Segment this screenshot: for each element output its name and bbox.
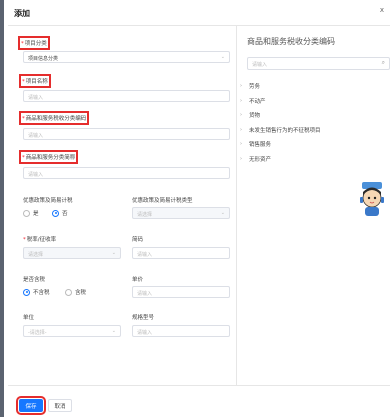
tree-item[interactable]: › 不动产	[240, 94, 321, 109]
chevron-right-icon: ›	[240, 126, 242, 133]
tax-abbr-label: *商品和服务分类简称	[18, 150, 79, 164]
search-icon[interactable]: ⌕	[382, 59, 385, 67]
short-code-input[interactable]: 请输入	[132, 247, 230, 259]
spec-label: 规格型号	[132, 315, 155, 321]
tax-code-label: *商品和服务税收分类编码	[18, 111, 90, 125]
dialog-footer: 保存 取消	[8, 385, 390, 417]
tree-item[interactable]: › 未发生销售行为的不征税项目	[240, 123, 321, 138]
tax-code-input[interactable]: 请输入	[23, 128, 230, 140]
preferential-yes-radio[interactable]: 是	[23, 209, 39, 217]
close-icon[interactable]: x	[380, 6, 384, 14]
form-panel: *项目分类 项目信息分类 ⌄ *项目名称 请输入 *商品和服务税收分类编码 请输…	[8, 26, 237, 385]
tax-tree-title: 商品和服务税收分类编码	[247, 37, 335, 46]
unit-label: 单位	[23, 315, 35, 321]
preferential-type-select[interactable]: 请选择 ⌄	[132, 207, 230, 219]
name-input[interactable]: 请输入	[23, 90, 230, 102]
unit-price-input[interactable]: 请输入	[132, 286, 230, 298]
tax-included-label: 是否含税	[23, 277, 46, 283]
chevron-right-icon: ›	[240, 83, 242, 90]
tree-item[interactable]: › 销售服务	[240, 137, 321, 152]
tax-rate-select[interactable]: 请选择 ⌄	[23, 247, 121, 259]
name-label: *项目名称	[19, 74, 51, 88]
tree-item[interactable]: › 劳务	[240, 79, 321, 94]
chevron-down-icon: ⌄	[220, 54, 225, 60]
preferential-type-label: 优惠政策及简易计税类型	[132, 198, 193, 204]
chevron-down-icon: ⌄	[111, 250, 116, 256]
cancel-button[interactable]: 取消	[48, 399, 72, 412]
tax-tree: › 劳务 › 不动产 › 货物 › 未发生销售行为的不征税项目 › 销售服务 › 无形资产	[240, 79, 321, 166]
chevron-right-icon: ›	[240, 155, 242, 162]
preferential-no-radio[interactable]: 否	[52, 209, 68, 217]
tax-rate-label: *税率/征收率	[23, 237, 57, 243]
unit-price-label: 单价	[132, 277, 144, 283]
tree-item[interactable]: › 货物	[240, 108, 321, 123]
tax-excluded-radio[interactable]: 不含税	[23, 288, 50, 296]
preferential-label: 优惠政策及简易计税	[23, 198, 73, 204]
category-select[interactable]: 项目信息分类 ⌄	[23, 51, 230, 63]
assistant-mascot-icon[interactable]	[360, 181, 384, 217]
tax-tree-panel: 商品和服务税收分类编码 请输入 ⌕ › 劳务 › 不动产 › 货物 › 未发生销售行为的…	[237, 26, 390, 385]
tax-abbr-input[interactable]: 请输入	[23, 167, 230, 179]
chevron-down-icon: ⌄	[111, 328, 116, 334]
chevron-down-icon: ⌄	[220, 210, 225, 216]
dialog-header: 添加 x	[8, 0, 390, 26]
category-label: *项目分类	[18, 36, 50, 50]
save-button[interactable]: 保存	[16, 396, 46, 415]
dialog-title: 添加	[14, 9, 30, 18]
tree-item[interactable]: › 无形资产	[240, 152, 321, 167]
tax-tree-search-input[interactable]: 请输入 ⌕	[247, 57, 390, 70]
tax-included-radio[interactable]: 含税	[65, 288, 86, 296]
unit-select[interactable]: -请选择- ⌄	[23, 325, 121, 337]
short-code-label: 简码	[132, 237, 144, 243]
chevron-right-icon: ›	[240, 112, 242, 119]
chevron-right-icon: ›	[240, 141, 242, 148]
add-dialog: 添加 x *项目分类 项目信息分类 ⌄ *项目名称 请输入 *商品和服务税收分类…	[0, 0, 390, 417]
spec-input[interactable]: 请输入	[132, 325, 230, 337]
chevron-right-icon: ›	[240, 97, 242, 104]
